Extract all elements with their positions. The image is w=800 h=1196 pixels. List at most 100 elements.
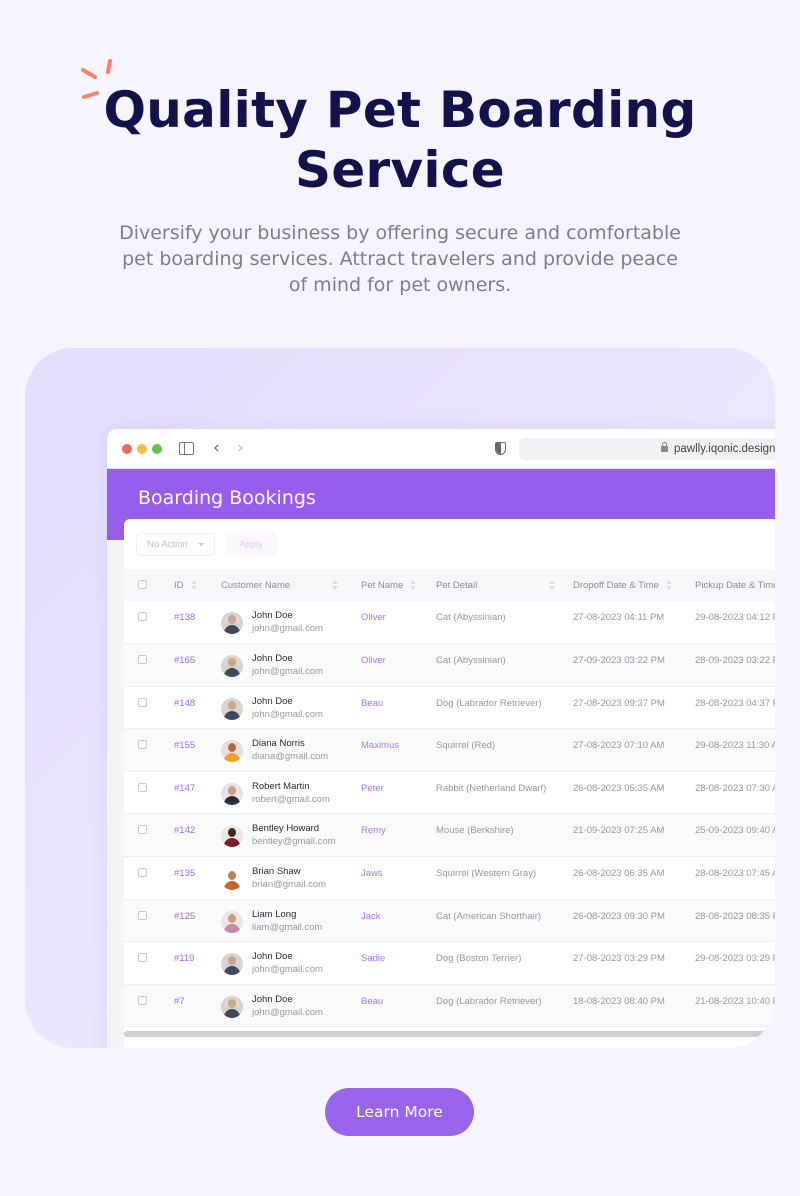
window-minimize-dot[interactable]	[137, 444, 147, 454]
sidebar-toggle-icon[interactable]	[179, 442, 194, 455]
avatar	[221, 655, 243, 678]
pet-name-link[interactable]: Jack	[361, 911, 381, 922]
pet-name-link[interactable]: Beau	[361, 698, 383, 709]
sort-icon	[665, 579, 672, 590]
row-checkbox[interactable]	[138, 910, 147, 920]
customer-email: john@gmail.com	[252, 1006, 323, 1018]
customer-name: Bentley Howard	[252, 823, 320, 835]
table-row[interactable]: #125 Liam Long liam@gmail.com Jack Cat (…	[124, 899, 775, 942]
dropoff-datetime: 26-08-2023 05:35 AM	[573, 782, 665, 794]
booking-id-link[interactable]: #135	[174, 868, 195, 879]
customer-email: john@gmail.com	[252, 623, 323, 634]
row-checkbox[interactable]	[138, 953, 147, 963]
table-row[interactable]: #165 John Doe john@gmail.com Oliver Cat …	[124, 643, 775, 687]
forward-icon[interactable]: ›	[237, 438, 244, 458]
dropoff-datetime: 26-08-2023 06:35 AM	[573, 868, 665, 880]
customer-name: John Doe	[252, 653, 293, 665]
back-icon[interactable]: ‹	[213, 438, 220, 458]
row-checkbox[interactable]	[138, 825, 147, 835]
row-checkbox[interactable]	[138, 655, 147, 665]
table-row[interactable]: #147 Robert Martin robert@gmail.com Pete…	[124, 771, 775, 814]
pet-name-link[interactable]: Maximus	[361, 740, 399, 751]
window-close-dot[interactable]	[122, 444, 132, 454]
bulk-action-select[interactable]: No Action	[136, 533, 215, 556]
bookings-table: ID Customer Name Pet Name Pet Detail Dro…	[124, 569, 775, 1027]
column-header-dropoff[interactable]: Dropoff Date & Time	[573, 569, 695, 601]
customer-cell: John Doe john@gmail.com	[221, 994, 361, 1019]
row-checkbox[interactable]	[138, 697, 147, 707]
booking-id-link[interactable]: #148	[174, 698, 195, 709]
window-maximize-dot[interactable]	[152, 444, 162, 454]
dropoff-datetime: 27-09-2023 03:22 PM	[573, 655, 665, 667]
customer-cell: Liam Long liam@gmail.com	[221, 909, 361, 934]
shield-icon[interactable]	[495, 442, 506, 455]
pet-detail: Mouse (Berkshire)	[436, 825, 514, 837]
row-checkbox[interactable]	[138, 740, 147, 750]
row-checkbox[interactable]	[138, 868, 147, 878]
booking-id-link[interactable]: #142	[174, 825, 195, 836]
booking-id-link[interactable]: #138	[174, 612, 195, 623]
sort-icon	[410, 579, 417, 590]
customer-name: Robert Martin	[252, 780, 310, 792]
horizontal-scrollbar[interactable]	[124, 1031, 775, 1037]
pet-name-link[interactable]: Jaws	[361, 868, 383, 879]
learn-more-button[interactable]: Learn More	[325, 1088, 474, 1136]
customer-email: bentley@gmail.com	[252, 836, 336, 848]
column-header-pickup[interactable]: Pickup Date & Time	[695, 569, 775, 601]
avatar	[221, 612, 243, 634]
table-row[interactable]: #142 Bentley Howard bentley@gmail.com Re…	[124, 813, 775, 857]
dropoff-datetime: 27-08-2023 03:29 PM	[573, 953, 665, 965]
table-row[interactable]: #155 Diana Norris diana@gmail.com Maximu…	[124, 728, 775, 772]
booking-id-link[interactable]: #155	[174, 740, 195, 751]
booking-id-link[interactable]: #147	[174, 783, 195, 794]
column-header-id[interactable]: ID	[174, 569, 221, 601]
table-row[interactable]: #138 John Doe john@gmail.com Oliver Cat …	[124, 601, 775, 644]
pet-name-link[interactable]: Beau	[361, 996, 383, 1007]
customer-name: John Doe	[252, 695, 293, 707]
address-bar[interactable]: pawlly.iqonic.design	[519, 438, 775, 460]
customer-email: john@gmail.com	[252, 964, 323, 976]
customer-cell: John Doe john@gmail.com	[221, 951, 361, 976]
avatar	[221, 782, 243, 805]
pet-detail: Dog (Boston Terrier)	[436, 953, 522, 965]
table-row[interactable]: #7 John Doe john@gmail.com Beau Dog (Lab…	[124, 984, 775, 1027]
pickup-datetime: 29-08-2023 04:12 PM	[695, 612, 775, 623]
booking-id-link[interactable]: #7	[174, 996, 185, 1007]
pet-name-link[interactable]: Peter	[361, 783, 384, 794]
browser-toolbar: ‹ › pawlly.iqonic.design	[107, 429, 775, 469]
pet-name-link[interactable]: Oliver	[361, 612, 386, 623]
column-header-pet-name[interactable]: Pet Name	[361, 569, 436, 601]
pet-name-link[interactable]: Remy	[361, 825, 386, 836]
column-header-pet-detail[interactable]: Pet Detail	[436, 569, 573, 601]
pet-detail: Rabbit (Netherland Dwarf)	[436, 782, 547, 794]
column-header-customer[interactable]: Customer Name	[221, 569, 361, 601]
table-row[interactable]: #148 John Doe john@gmail.com Beau Dog (L…	[124, 686, 775, 729]
customer-name: Brian Shaw	[252, 866, 301, 878]
dropoff-datetime: 18-08-2023 08:40 PM	[573, 995, 665, 1007]
pickup-datetime: 28-08-2023 07:30 AM	[695, 782, 775, 794]
avatar	[221, 868, 243, 891]
dropoff-datetime: 27-08-2023 07:10 AM	[573, 740, 665, 752]
customer-cell: John Doe john@gmail.com	[221, 696, 361, 721]
browser-window: ‹ › pawlly.iqonic.design Boarding Bookin…	[107, 429, 775, 1048]
pickup-datetime: 29-08-2023 03:29 PM	[695, 953, 775, 965]
row-checkbox[interactable]	[138, 782, 147, 792]
table-row[interactable]: #119 John Doe john@gmail.com Sadie Dog (…	[124, 942, 775, 985]
booking-id-link[interactable]: #165	[174, 655, 195, 666]
customer-email: brian@gmail.com	[252, 879, 327, 891]
customer-email: robert@gmail.com	[252, 793, 330, 805]
pet-detail: Cat (American Shorthair)	[436, 910, 542, 922]
booking-id-link[interactable]: #119	[174, 953, 194, 964]
booking-id-link[interactable]: #125	[174, 911, 195, 922]
select-all-checkbox[interactable]	[138, 580, 147, 589]
pet-name-link[interactable]: Oliver	[361, 655, 386, 666]
apply-button[interactable]: Apply	[225, 533, 277, 556]
customer-cell: Bentley Howard bentley@gmail.com	[221, 823, 361, 848]
customer-name: John Doe	[252, 951, 293, 963]
dropoff-datetime: 26-08-2023 09:30 PM	[573, 910, 665, 922]
row-checkbox[interactable]	[138, 995, 147, 1005]
row-checkbox[interactable]	[138, 612, 147, 621]
table-row[interactable]: #135 Brian Shaw brian@gmail.com Jaws Squ…	[124, 857, 775, 900]
pet-name-link[interactable]: Sadie	[361, 953, 385, 964]
avatar	[221, 825, 243, 848]
